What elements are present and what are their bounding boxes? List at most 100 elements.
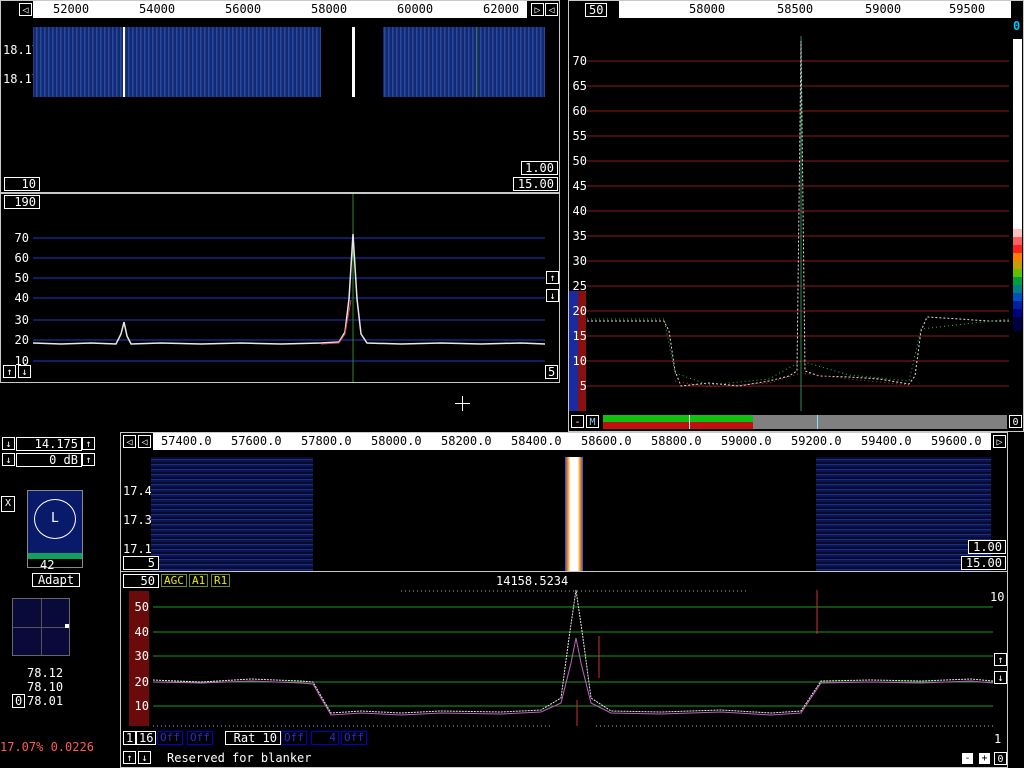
a1-button[interactable]: A1 [189, 574, 209, 587]
off-button-3[interactable]: Off [281, 731, 307, 745]
frequency-ruler[interactable]: 52000 54000 56000 58000 60000 62000 [33, 1, 527, 18]
bb-level-down[interactable]: ↓ [994, 671, 1007, 684]
level-down-button[interactable]: ↓ [546, 289, 559, 302]
bb-scroll-left[interactable]: ◁ [138, 435, 151, 448]
scale-a-box[interactable]: 1.00 [521, 161, 558, 175]
db-tick: 20 [14, 333, 29, 347]
num-4-button[interactable]: 4 [311, 731, 339, 745]
scroll-left-button[interactable]: ◁ [19, 3, 32, 16]
db-tick: 40 [572, 204, 587, 218]
bb-scale-a-box[interactable]: 1.00 [968, 540, 1006, 554]
bb-sixteen-box[interactable]: 16 [136, 731, 156, 745]
s-meter: L [27, 490, 83, 568]
bb-scale-b-box[interactable]: 15.00 [961, 556, 1006, 570]
scroll-right-button[interactable]: ▷ [531, 3, 544, 16]
spectrum-n-box[interactable]: 5 [545, 365, 558, 379]
db-tick: 55 [572, 129, 587, 143]
bb-plus-button[interactable]: + [978, 752, 991, 765]
scope-value-3: 78.01 [27, 694, 64, 708]
waterfall-carrier-line [123, 27, 125, 97]
freq-tick: 56000 [225, 2, 262, 16]
bb-down-button[interactable]: ↓ [138, 751, 151, 764]
scale-b-box[interactable]: 15.00 [513, 177, 558, 191]
freq-tick: 57600.0 [231, 434, 282, 448]
off-button-1[interactable]: Off [157, 731, 183, 745]
hires-spectrum-graph[interactable] [569, 1, 1023, 431]
spectrum-graph[interactable] [1, 194, 559, 382]
scroll-right-fast-button[interactable]: ◁ [545, 3, 558, 16]
bb-zero-button[interactable]: 0 [994, 752, 1007, 765]
bb-carrier-band [565, 457, 583, 572]
db-tick: 70 [572, 54, 587, 68]
bb-frequency-ruler[interactable]: 57400.0 57600.0 57800.0 58000.0 58200.0 … [153, 433, 991, 450]
freq-tick: 59600.0 [931, 434, 982, 448]
s-meter-value: 42 [40, 558, 55, 572]
db-tick: 65 [572, 79, 587, 93]
bb-scroll-right[interactable]: ▷ [993, 435, 1006, 448]
freq-up-button[interactable]: ↑ [82, 437, 95, 450]
freq-tick: 58200.0 [441, 434, 492, 448]
avg-box[interactable]: 10 [4, 177, 40, 191]
zoom-down-button[interactable]: ↓ [18, 365, 31, 378]
freq-tick: 59000.0 [721, 434, 772, 448]
scope-value-1: 78.12 [27, 666, 64, 680]
baseband-spectrum[interactable] [121, 588, 1007, 728]
freq-tick: 52000 [53, 2, 90, 16]
off-button-2[interactable]: Off [187, 731, 213, 745]
hires-m-button[interactable]: M [586, 415, 599, 428]
freq-tick: 62000 [483, 2, 520, 16]
db-tick: 25 [572, 279, 587, 293]
freq-down-button[interactable]: ↓ [2, 437, 15, 450]
scope-value-2: 78.10 [27, 680, 64, 694]
freq-tick: 58400.0 [511, 434, 562, 448]
hires-minus-button[interactable]: - [571, 415, 584, 428]
scope-prefix[interactable]: 0 [12, 694, 25, 708]
freq-tick: 58600.0 [581, 434, 632, 448]
gain-up-button[interactable]: ↑ [82, 453, 95, 466]
db-tick: 35 [572, 229, 587, 243]
db-tick: 60 [14, 251, 29, 265]
db-tick: 40 [134, 625, 149, 639]
bb-avg-box[interactable]: 50 [123, 574, 159, 588]
s-meter-label: L [51, 511, 59, 526]
bb-up-button[interactable]: ↑ [123, 751, 136, 764]
gain-display[interactable]: 0 dB [16, 453, 82, 467]
agc-button[interactable]: AGC [161, 574, 187, 587]
freq-tick: 57800.0 [301, 434, 352, 448]
freq-tick: 60000 [397, 2, 434, 16]
db-tick: 10 [134, 699, 149, 713]
waterfall-carrier-line [352, 27, 355, 97]
level-up-button[interactable]: ↑ [546, 271, 559, 284]
gain-down-button[interactable]: ↓ [2, 453, 15, 466]
db-tick: 50 [134, 600, 149, 614]
db-tick: 20 [572, 304, 587, 318]
ratio-box[interactable]: Rat 10 [225, 731, 281, 745]
db-tick: 40 [14, 291, 29, 305]
center-frequency: 14158.5234 [496, 574, 569, 588]
freq-tick: 58000.0 [371, 434, 422, 448]
adapt-button[interactable]: Adapt [32, 573, 80, 587]
freq-display[interactable]: 14.175 [16, 437, 82, 451]
high-resolution-panel: 50 58000 58500 59000 59500 0 70 65 60 55… [568, 0, 1024, 432]
db-tick: 50 [572, 154, 587, 168]
r1-button[interactable]: R1 [211, 574, 231, 587]
waterfall-display[interactable] [33, 27, 545, 97]
hires-zero-button[interactable]: 0 [1009, 415, 1022, 428]
bb-minus-button[interactable]: - [961, 752, 974, 765]
freq-tick: 58800.0 [651, 434, 702, 448]
db-tick: 15 [572, 329, 587, 343]
bb-n-box[interactable]: 5 [123, 556, 159, 570]
status-readout: 17.07% 0.0226 [0, 740, 94, 754]
db-tick: 30 [14, 313, 29, 327]
bb-waterfall-display[interactable] [151, 457, 991, 572]
close-button[interactable]: X [1, 496, 15, 512]
hires-level-bar[interactable] [603, 415, 1007, 429]
db-tick: 30 [134, 649, 149, 663]
zoom-up-button[interactable]: ↑ [3, 365, 16, 378]
bb-one-box[interactable]: 1 [123, 731, 136, 745]
db-tick: 50 [14, 271, 29, 285]
bb-level-up[interactable]: ↑ [994, 653, 1007, 666]
db-tick: 5 [579, 379, 587, 393]
off-button-4[interactable]: Off [341, 731, 367, 745]
bb-scroll-left-fast[interactable]: ◁ [123, 435, 136, 448]
